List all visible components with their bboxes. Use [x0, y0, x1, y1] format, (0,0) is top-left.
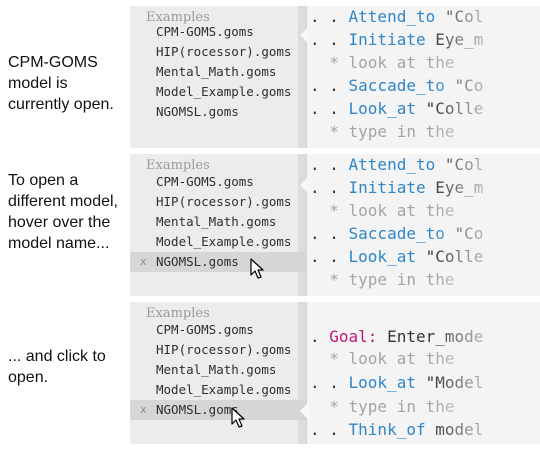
- sidebar-item-hip[interactable]: HIP(rocessor).goms: [130, 42, 306, 62]
- screenshot-panel-3: Examples CPM-GOMS.goms HIP(rocessor).gom…: [130, 302, 540, 444]
- sidebar-item-cpm-goms[interactable]: CPM-GOMS.goms: [130, 22, 306, 42]
- code-line: . . Look_at "Model: [310, 373, 484, 392]
- close-icon[interactable]: x: [140, 400, 147, 420]
- close-icon[interactable]: x: [140, 252, 147, 272]
- sidebar-item-cpm-goms[interactable]: CPM-GOMS.goms: [130, 172, 306, 192]
- code-line: . . Saccade_to "Co: [310, 76, 484, 95]
- code-line: * type in the: [329, 122, 455, 141]
- sidebar-item-ngomsl[interactable]: x NGOMSL.goms: [130, 252, 306, 272]
- sidebar-item-ngomsl[interactable]: NGOMSL.goms: [130, 102, 306, 122]
- sidebar-header: Examples: [146, 306, 210, 321]
- code-line: . . Initiate Eye_m: [310, 178, 484, 197]
- code-line: * look at the: [329, 53, 455, 72]
- code-line: . . Think_of model: [310, 420, 484, 439]
- sidebar-item-cpm-goms[interactable]: CPM-GOMS.goms: [130, 320, 306, 340]
- screenshot-panel-1: Examples CPM-GOMS.goms HIP(rocessor).gom…: [130, 6, 540, 148]
- code-line: . . Attend_to "Col: [310, 7, 484, 26]
- sidebar-item-mental-math[interactable]: Mental_Math.goms: [130, 360, 306, 380]
- sidebar-item-mental-math[interactable]: Mental_Math.goms: [130, 212, 306, 232]
- caption-2: To open a different model, hover over th…: [8, 172, 118, 252]
- code-editor[interactable]: . . Attend_to "Col . . Initiate Eye_m * …: [310, 154, 540, 296]
- examples-sidebar: Examples CPM-GOMS.goms HIP(rocessor).gom…: [130, 6, 307, 148]
- sidebar-item-hip[interactable]: HIP(rocessor).goms: [130, 192, 306, 212]
- code-line: . Goal: Enter_mode: [310, 327, 484, 346]
- sidebar-item-model-example[interactable]: Model_Example.goms: [130, 232, 306, 252]
- code-editor[interactable]: . Goal: Enter_mode * look at the . . Loo…: [310, 302, 540, 444]
- mouse-pointer-icon: [250, 258, 264, 279]
- screenshot-panel-2: Examples CPM-GOMS.goms HIP(rocessor).gom…: [130, 154, 540, 296]
- active-file-indicator: [300, 26, 309, 44]
- active-file-indicator: [300, 176, 309, 194]
- sidebar-item-model-example[interactable]: Model_Example.goms: [130, 82, 306, 102]
- caption-1: CPM-GOMS model is currently open.: [8, 54, 114, 113]
- sidebar-item-mental-math[interactable]: Mental_Math.goms: [130, 62, 306, 82]
- code-line: * type in the: [329, 397, 455, 416]
- caption-3: ... and click to open.: [8, 348, 106, 386]
- code-line: . . Saccade_to "Co: [310, 224, 484, 243]
- examples-sidebar: Examples CPM-GOMS.goms HIP(rocessor).gom…: [130, 154, 307, 296]
- code-line: . . Look_at "Colle: [310, 247, 484, 266]
- sidebar-item-ngomsl[interactable]: x NGOMSL.goms: [130, 400, 306, 420]
- sidebar-header: Examples: [146, 158, 210, 173]
- code-line: . . Initiate Eye_m: [310, 30, 484, 49]
- code-line: * type in the: [329, 270, 455, 289]
- sidebar-item-hip[interactable]: HIP(rocessor).goms: [130, 340, 306, 360]
- code-line: * look at the: [329, 201, 455, 220]
- examples-sidebar: Examples CPM-GOMS.goms HIP(rocessor).gom…: [130, 302, 307, 444]
- code-editor[interactable]: . . Attend_to "Col . . Initiate Eye_m * …: [310, 6, 540, 148]
- code-line: . . Look_at "Colle: [310, 99, 484, 118]
- code-line: . . Attend_to "Col: [310, 155, 484, 174]
- sidebar-item-model-example[interactable]: Model_Example.goms: [130, 380, 306, 400]
- active-file-indicator: [300, 402, 309, 420]
- code-line: * look at the: [329, 349, 455, 368]
- mouse-pointer-icon: [231, 407, 245, 428]
